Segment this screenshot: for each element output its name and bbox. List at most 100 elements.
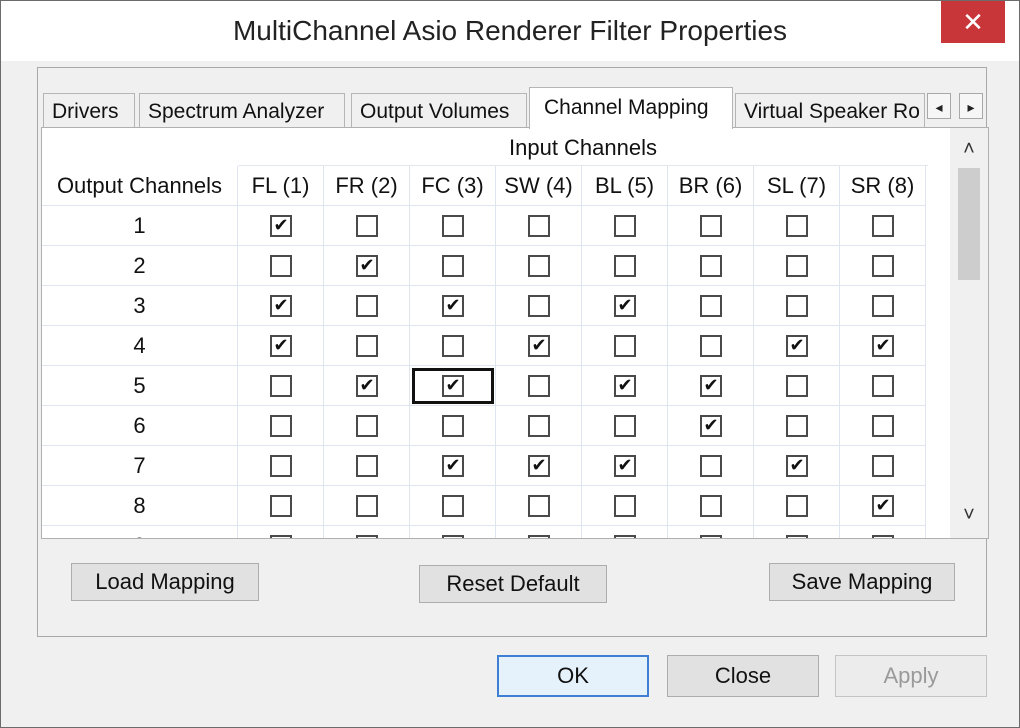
mapping-checkbox[interactable] — [700, 215, 722, 237]
mapping-checkbox[interactable] — [270, 375, 292, 397]
mapping-checkbox[interactable] — [528, 495, 550, 517]
column-header: SW (4) — [496, 166, 582, 206]
mapping-checkbox[interactable]: ✔ — [614, 295, 636, 317]
checkmark-icon: ✔ — [703, 375, 719, 395]
row-label: 7 — [42, 446, 238, 486]
scroll-up-icon[interactable]: ˄ — [950, 132, 988, 166]
load-mapping-button[interactable]: Load Mapping — [71, 563, 259, 601]
mapping-checkbox[interactable] — [528, 255, 550, 277]
window-title: MultiChannel Asio Renderer Filter Proper… — [232, 15, 788, 46]
mapping-checkbox[interactable]: ✔ — [270, 295, 292, 317]
checkmark-icon: ✔ — [359, 255, 375, 275]
close-window-button[interactable]: ✕ — [941, 1, 1005, 43]
mapping-checkbox[interactable] — [442, 535, 464, 538]
mapping-checkbox[interactable] — [442, 255, 464, 277]
mapping-checkbox[interactable] — [786, 535, 808, 538]
mapping-checkbox[interactable] — [442, 335, 464, 357]
mapping-checkbox[interactable] — [528, 295, 550, 317]
checkmark-icon: ✔ — [359, 375, 375, 395]
mapping-checkbox[interactable]: ✔ — [528, 335, 550, 357]
mapping-checkbox[interactable]: ✔ — [356, 375, 378, 397]
mapping-checkbox[interactable] — [872, 455, 894, 477]
mapping-checkbox[interactable] — [614, 535, 636, 538]
save-mapping-button[interactable]: Save Mapping — [769, 563, 955, 601]
mapping-checkbox[interactable] — [786, 415, 808, 437]
tab-spectrum-analyzer[interactable]: Spectrum Analyzer — [139, 93, 345, 129]
mapping-checkbox[interactable] — [700, 455, 722, 477]
mapping-checkbox[interactable]: ✔ — [786, 335, 808, 357]
mapping-checkbox[interactable]: ✔ — [872, 495, 894, 517]
mapping-checkbox[interactable] — [700, 335, 722, 357]
mapping-checkbox[interactable] — [442, 495, 464, 517]
mapping-checkbox[interactable] — [872, 375, 894, 397]
mapping-checkbox[interactable]: ✔ — [528, 455, 550, 477]
mapping-checkbox[interactable] — [528, 535, 550, 538]
mapping-checkbox[interactable] — [270, 255, 292, 277]
mapping-checkbox[interactable]: ✔ — [700, 415, 722, 437]
mapping-checkbox[interactable]: ✔ — [270, 215, 292, 237]
mapping-checkbox[interactable] — [614, 495, 636, 517]
mapping-checkbox[interactable] — [872, 255, 894, 277]
mapping-checkbox[interactable]: ✔ — [442, 455, 464, 477]
scroll-down-icon[interactable]: ˅ — [950, 498, 988, 532]
mapping-checkbox[interactable] — [700, 535, 722, 538]
ok-button[interactable]: OK — [497, 655, 649, 697]
row-label: 3 — [42, 286, 238, 326]
mapping-checkbox[interactable]: ✔ — [872, 335, 894, 357]
mapping-checkbox[interactable] — [528, 215, 550, 237]
mapping-checkbox[interactable] — [614, 255, 636, 277]
mapping-checkbox[interactable]: ✔ — [442, 295, 464, 317]
mapping-checkbox[interactable] — [872, 215, 894, 237]
mapping-checkbox[interactable] — [270, 535, 292, 538]
mapping-checkbox[interactable] — [442, 215, 464, 237]
grid-vertical-scrollbar[interactable]: ˄ ˅ — [950, 128, 988, 538]
mapping-checkbox[interactable] — [356, 215, 378, 237]
mapping-checkbox[interactable] — [786, 215, 808, 237]
checkmark-icon: ✔ — [617, 455, 633, 475]
tab-scroll-left-icon[interactable]: ◂ — [927, 93, 951, 119]
mapping-checkbox[interactable] — [614, 415, 636, 437]
mapping-checkbox[interactable] — [786, 255, 808, 277]
mapping-checkbox[interactable] — [356, 295, 378, 317]
mapping-checkbox[interactable] — [270, 455, 292, 477]
mapping-checkbox[interactable] — [872, 295, 894, 317]
reset-default-button[interactable]: Reset Default — [419, 565, 607, 603]
mapping-checkbox[interactable]: ✔ — [614, 375, 636, 397]
mapping-checkbox[interactable]: ✔ — [270, 335, 292, 357]
close-button[interactable]: Close — [667, 655, 819, 697]
mapping-checkbox[interactable] — [270, 495, 292, 517]
mapping-checkbox[interactable] — [356, 415, 378, 437]
mapping-checkbox[interactable] — [614, 335, 636, 357]
mapping-checkbox[interactable] — [786, 495, 808, 517]
mapping-checkbox[interactable]: ✔ — [700, 375, 722, 397]
apply-button[interactable]: Apply — [835, 655, 987, 697]
mapping-checkbox[interactable] — [872, 415, 894, 437]
tab-drivers[interactable]: Drivers — [43, 93, 135, 129]
tab-channel-mapping[interactable]: Channel Mapping — [529, 87, 733, 129]
mapping-checkbox[interactable] — [528, 375, 550, 397]
mapping-checkbox[interactable] — [700, 495, 722, 517]
checkmark-icon: ✔ — [875, 335, 891, 355]
scrollbar-thumb[interactable] — [958, 168, 980, 280]
mapping-checkbox[interactable] — [356, 495, 378, 517]
column-header: SL (7) — [754, 166, 840, 206]
mapping-checkbox[interactable] — [442, 415, 464, 437]
mapping-checkbox[interactable]: ✔ — [786, 455, 808, 477]
tab-output-volumes[interactable]: Output Volumes — [351, 93, 527, 129]
mapping-checkbox[interactable] — [356, 455, 378, 477]
mapping-checkbox[interactable]: ✔ — [614, 455, 636, 477]
mapping-checkbox[interactable] — [614, 215, 636, 237]
mapping-checkbox[interactable] — [700, 255, 722, 277]
mapping-checkbox[interactable] — [528, 415, 550, 437]
mapping-checkbox[interactable] — [872, 535, 894, 538]
mapping-checkbox[interactable] — [700, 295, 722, 317]
tab-virtual-speaker[interactable]: Virtual Speaker Ro — [735, 93, 925, 129]
mapping-checkbox[interactable] — [356, 335, 378, 357]
mapping-checkbox[interactable] — [786, 295, 808, 317]
row-label: 2 — [42, 246, 238, 286]
mapping-checkbox[interactable] — [270, 415, 292, 437]
mapping-checkbox[interactable] — [786, 375, 808, 397]
tab-scroll-right-icon[interactable]: ▸ — [959, 93, 983, 119]
mapping-checkbox[interactable]: ✔ — [356, 255, 378, 277]
mapping-checkbox[interactable] — [356, 535, 378, 538]
